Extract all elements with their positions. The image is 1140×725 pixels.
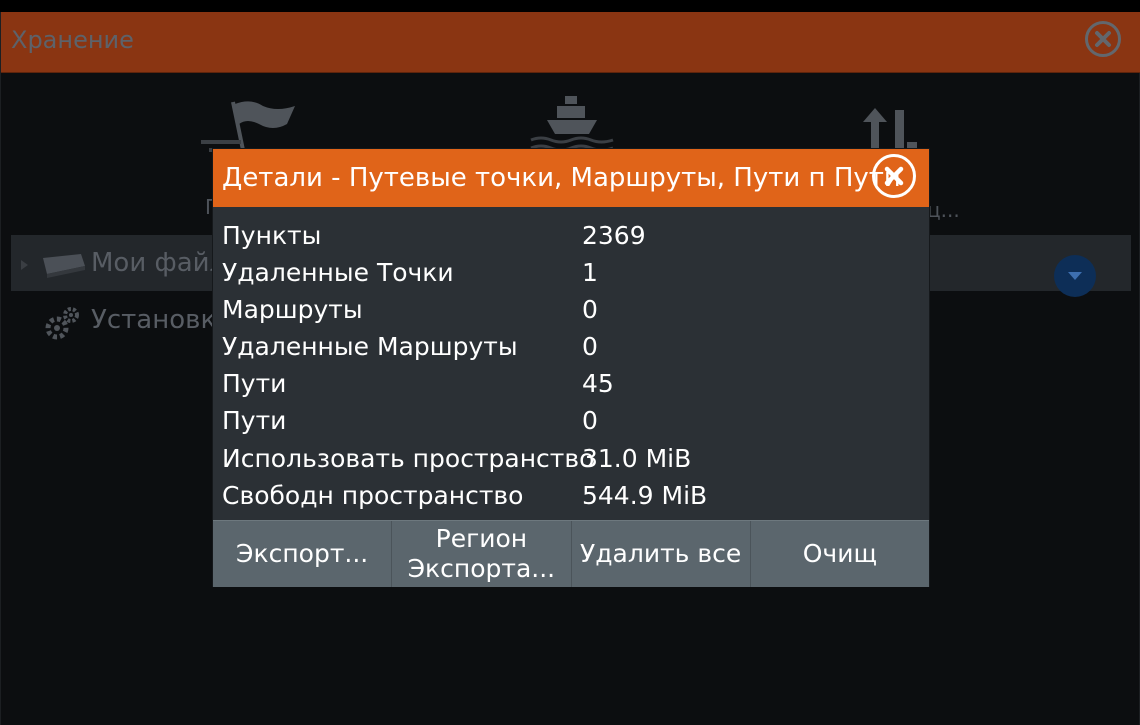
detail-value: 0 [582,406,598,435]
delete-all-button-label: Удалить все [580,539,742,568]
detail-row-deleted-points: Удаленные Точки 1 [213,252,929,289]
close-icon [884,166,904,186]
export-region-button-label: Регион Экспорта... [407,524,556,583]
detail-row-tracks: Пути 45 [213,363,929,400]
window-title: Хранение [11,26,134,54]
detail-label: Удаленные Маршруты [222,332,518,361]
clear-button-label: Очищ [802,539,877,568]
detail-row-points: Пункты 2369 [213,215,929,252]
window-header: Хранение [1,12,1140,73]
expand-arrow-icon[interactable] [21,260,28,270]
detail-label: Свободн пространство [222,481,524,510]
detail-value: 31.0 MiB [582,444,692,473]
detail-label: Маршруты [222,295,363,324]
export-region-button[interactable]: Регион Экспорта... [392,521,572,587]
detail-label: Пути [222,369,287,398]
detail-label: Пункты [222,221,322,250]
tree-label-my-files: Мои файл [91,248,227,278]
detail-row-used-space: Использовать пространство 31.0 MiB [213,438,929,475]
dialog-title: Детали - Путевые точки, Маршруты, Пути п… [222,163,901,193]
close-icon [1095,31,1111,47]
details-list: Пункты 2369 Удаленные Точки 1 Маршруты 0… [213,207,929,520]
detail-value: 1 [582,258,598,287]
window-close-button[interactable] [1085,21,1121,57]
dialog-header: Детали - Путевые точки, Маршруты, Пути п… [213,149,929,207]
tree-label-settings[interactable]: Установки [91,305,233,335]
storage-window: Хранение П [0,12,1140,725]
detail-value: 2369 [582,221,646,250]
dropdown-button[interactable] [1054,255,1096,297]
dialog-button-bar: Экспорт... Регион Экспорта... Удалить вс… [213,520,929,587]
detail-value: 544.9 MiB [582,481,708,510]
screen-frame: Хранение П [0,0,1140,725]
detail-row-free-space: Свободн пространство 544.9 MiB [213,475,929,512]
detail-value: 45 [582,369,614,398]
detail-value: 0 [582,295,598,324]
details-dialog: Детали - Путевые точки, Маршруты, Пути п… [213,149,929,587]
detail-row-tracks-2: Пути 0 [213,400,929,437]
clear-button[interactable]: Очищ [751,521,929,587]
detail-row-deleted-routes: Удаленные Маршруты 0 [213,326,929,363]
detail-label: Удаленные Точки [222,258,454,287]
export-button[interactable]: Экспорт... [213,521,393,587]
detail-value: 0 [582,332,598,361]
dialog-close-button[interactable] [872,154,916,198]
detail-label: Использовать пространство [222,444,595,473]
detail-row-routes: Маршруты 0 [213,289,929,326]
detail-label: Пути [222,406,287,435]
drive-icon [39,252,87,282]
settings-gears-icon [43,304,83,348]
export-button-label: Экспорт... [236,539,369,568]
delete-all-button[interactable]: Удалить все [572,521,751,587]
toolbar-label-transfer: ц... [927,198,960,222]
chevron-down-icon [1068,272,1082,280]
